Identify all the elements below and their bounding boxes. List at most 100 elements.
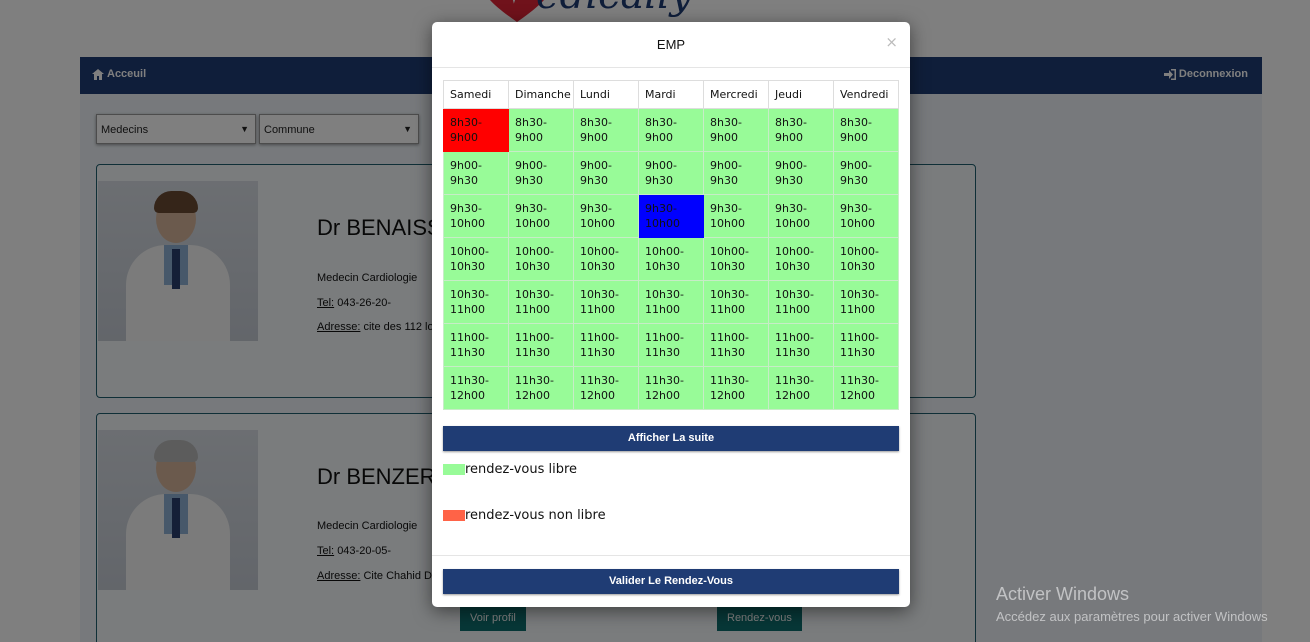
time-slot-cell[interactable]: 11h00- 11h30 [508, 323, 574, 367]
time-slot-cell[interactable]: 11h30- 12h00 [573, 366, 639, 410]
modal-title: EMP [656, 37, 686, 52]
time-slot-cell[interactable]: 9h00- 9h30 [833, 151, 899, 195]
time-slot-cell[interactable]: 8h30- 9h00 [638, 108, 704, 152]
time-slot-cell-selected[interactable]: 9h30- 10h00 [638, 194, 704, 238]
slot-end: 10h00 [710, 217, 745, 230]
validate-appointment-button[interactable]: Valider Le Rendez-Vous [443, 569, 899, 594]
time-slot-cell[interactable]: 8h30- 9h00 [508, 108, 574, 152]
time-slot-cell[interactable]: 10h00- 10h30 [638, 237, 704, 281]
time-slot-cell[interactable]: 9h00- 9h30 [703, 151, 769, 195]
time-slot-cell[interactable]: 9h30- 10h00 [703, 194, 769, 238]
time-slot-cell[interactable]: 8h30- 9h00 [703, 108, 769, 152]
slot-end: 10h00 [775, 217, 810, 230]
time-slot-cell[interactable]: 11h30- 12h00 [833, 366, 899, 410]
schedule-row: 11h30- 12h00 11h30- 12h00 11h30- 12h00 11h30- 1… [443, 366, 899, 410]
time-slot-cell[interactable]: 8h30- 9h00 [573, 108, 639, 152]
time-slot-cell[interactable]: 11h30- 12h00 [768, 366, 834, 410]
schedule-row: 10h30- 11h00 10h30- 11h00 10h30- 11h00 10h30- 1… [443, 280, 899, 324]
slot-start: 11h00- [710, 331, 749, 344]
time-slot-cell[interactable]: 10h30- 11h00 [833, 280, 899, 324]
windows-activation-title: Activer Windows [996, 584, 1130, 604]
time-slot-cell-booked[interactable]: 8h30- 9h00 [443, 108, 509, 152]
time-slot-cell[interactable]: 9h00- 9h30 [638, 151, 704, 195]
slot-end: 11h30 [450, 346, 485, 359]
slot-end: 10h30 [450, 260, 485, 273]
time-slot-cell[interactable]: 8h30- 9h00 [833, 108, 899, 152]
time-slot-cell[interactable]: 11h30- 12h00 [638, 366, 704, 410]
slot-end: 9h00 [580, 131, 608, 144]
time-slot-cell[interactable]: 11h00- 11h30 [638, 323, 704, 367]
day-header: Mardi [638, 80, 704, 109]
time-slot-cell[interactable]: 9h30- 10h00 [443, 194, 509, 238]
slot-end: 11h00 [645, 303, 680, 316]
time-slot-cell[interactable]: 8h30- 9h00 [768, 108, 834, 152]
time-slot-cell[interactable]: 9h00- 9h30 [508, 151, 574, 195]
slot-start: 11h00- [645, 331, 684, 344]
slot-end: 11h30 [710, 346, 745, 359]
day-header: Jeudi [768, 80, 834, 109]
time-slot-cell[interactable]: 9h00- 9h30 [443, 151, 509, 195]
slot-start: 9h30- [580, 202, 612, 215]
slot-end: 9h30 [840, 174, 868, 187]
time-slot-cell[interactable]: 11h30- 12h00 [703, 366, 769, 410]
time-slot-cell[interactable]: 11h30- 12h00 [443, 366, 509, 410]
legend-swatch-free [443, 464, 465, 475]
time-slot-cell[interactable]: 11h00- 11h30 [833, 323, 899, 367]
time-slot-cell[interactable]: 10h30- 11h00 [703, 280, 769, 324]
slot-end: 11h30 [775, 346, 810, 359]
slot-end: 11h00 [515, 303, 550, 316]
slot-start: 10h00- [775, 245, 814, 258]
time-slot-cell[interactable]: 11h00- 11h30 [443, 323, 509, 367]
slot-start: 11h30- [515, 374, 554, 387]
time-slot-cell[interactable]: 10h00- 10h30 [573, 237, 639, 281]
slot-end: 12h00 [580, 389, 615, 402]
time-slot-cell[interactable]: 10h30- 11h00 [443, 280, 509, 324]
time-slot-cell[interactable]: 10h00- 10h30 [833, 237, 899, 281]
time-slot-cell[interactable]: 9h30- 10h00 [573, 194, 639, 238]
slot-end: 11h00 [775, 303, 810, 316]
slot-end: 9h00 [645, 131, 673, 144]
slot-end: 10h00 [645, 217, 680, 230]
slot-end: 10h30 [775, 260, 810, 273]
slot-start: 8h30- [710, 116, 742, 129]
time-slot-cell[interactable]: 9h00- 9h30 [768, 151, 834, 195]
time-slot-cell[interactable]: 9h30- 10h00 [833, 194, 899, 238]
schedule-table: Samedi Dimanche Lundi Mardi Mercredi Jeu… [443, 80, 899, 410]
slot-end: 11h30 [840, 346, 875, 359]
time-slot-cell[interactable]: 11h00- 11h30 [768, 323, 834, 367]
time-slot-cell[interactable]: 11h00- 11h30 [703, 323, 769, 367]
time-slot-cell[interactable]: 10h30- 11h00 [768, 280, 834, 324]
schedule-header-row: Samedi Dimanche Lundi Mardi Mercredi Jeu… [443, 80, 899, 109]
schedule-row: 9h30- 10h00 9h30- 10h00 9h30- 10h00 9h30- 10h00… [443, 194, 899, 238]
time-slot-cell[interactable]: 10h00- 10h30 [768, 237, 834, 281]
slot-start: 8h30- [645, 116, 677, 129]
modal-footer-divider [432, 555, 910, 556]
slot-start: 9h30- [450, 202, 482, 215]
time-slot-cell[interactable]: 9h30- 10h00 [768, 194, 834, 238]
time-slot-cell[interactable]: 10h30- 11h00 [573, 280, 639, 324]
slot-end: 10h00 [580, 217, 615, 230]
slot-start: 11h30- [775, 374, 814, 387]
time-slot-cell[interactable]: 9h30- 10h00 [508, 194, 574, 238]
slot-end: 12h00 [645, 389, 680, 402]
time-slot-cell[interactable]: 11h00- 11h30 [573, 323, 639, 367]
slot-start: 9h00- [710, 159, 742, 172]
time-slot-cell[interactable]: 11h30- 12h00 [508, 366, 574, 410]
slot-start: 10h30- [580, 288, 619, 301]
schedule-row: 8h30- 9h00 8h30- 9h00 8h30- 9h00 8h30- 9h00 8h30… [443, 108, 899, 152]
close-icon[interactable]: × [885, 33, 898, 51]
slot-start: 9h30- [840, 202, 872, 215]
day-header: Lundi [573, 80, 639, 109]
slot-start: 11h00- [515, 331, 554, 344]
slot-end: 10h30 [840, 260, 875, 273]
time-slot-cell[interactable]: 10h30- 11h00 [508, 280, 574, 324]
time-slot-cell[interactable]: 10h00- 10h30 [508, 237, 574, 281]
time-slot-cell[interactable]: 10h00- 10h30 [443, 237, 509, 281]
slot-end: 10h30 [580, 260, 615, 273]
time-slot-cell[interactable]: 9h00- 9h30 [573, 151, 639, 195]
slot-start: 10h00- [710, 245, 749, 258]
slot-start: 9h00- [515, 159, 547, 172]
time-slot-cell[interactable]: 10h00- 10h30 [703, 237, 769, 281]
time-slot-cell[interactable]: 10h30- 11h00 [638, 280, 704, 324]
show-more-button[interactable]: Afficher La suite [443, 426, 899, 451]
